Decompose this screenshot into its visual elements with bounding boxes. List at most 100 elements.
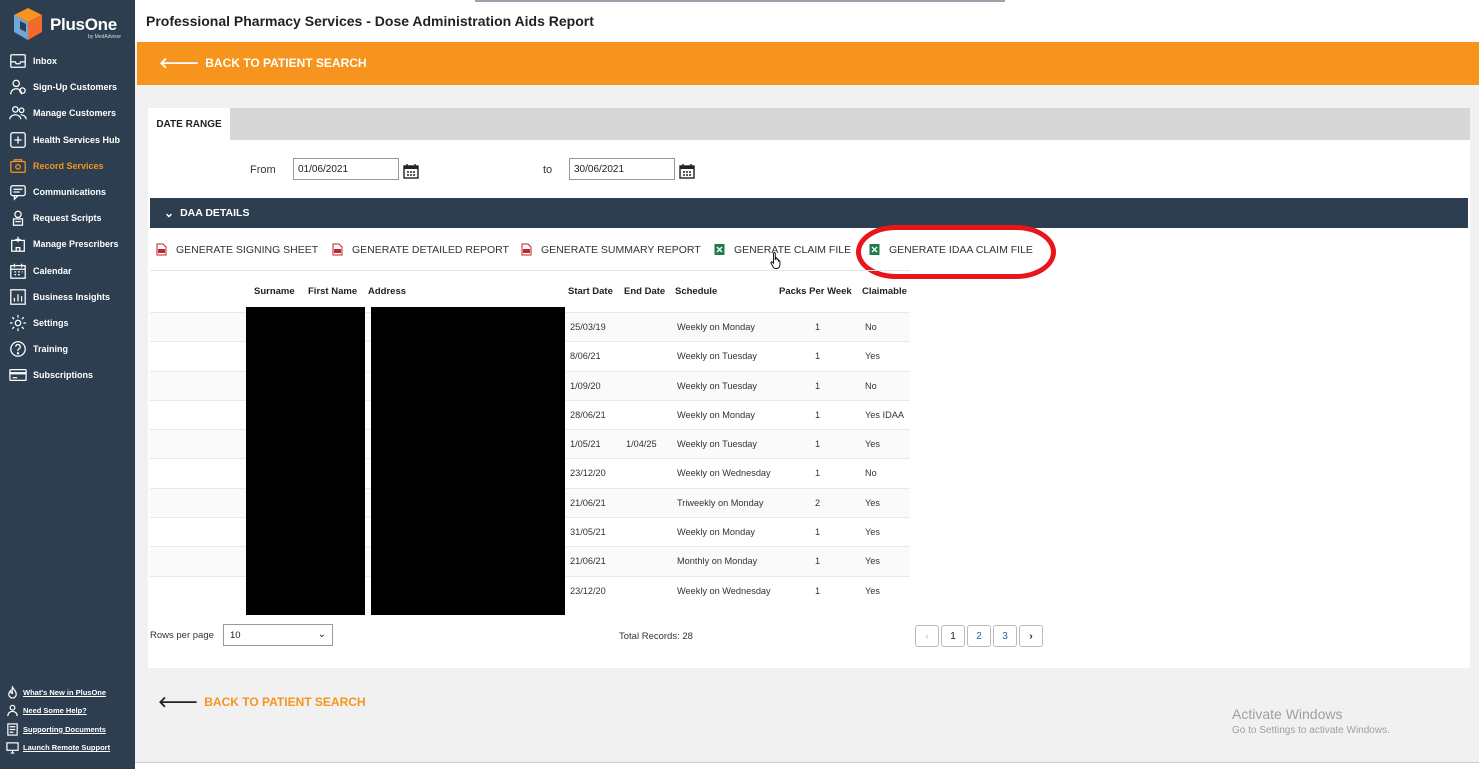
- box-icon: [8, 156, 28, 176]
- top-divider: [475, 0, 1005, 2]
- sidebar-item-manage-prescribers[interactable]: Manage Prescribers: [0, 231, 135, 257]
- cell-schedule: Monthly on Monday: [677, 556, 758, 567]
- from-date-input[interactable]: [293, 158, 399, 180]
- cell-start: 8/06/21: [570, 351, 601, 362]
- pdf-icon: [521, 243, 532, 256]
- sidebar-item-label: Manage Prescribers: [33, 239, 119, 250]
- cell-start: 23/12/20: [570, 468, 606, 479]
- column-header[interactable]: Schedule: [675, 286, 717, 297]
- sidebar-item-label: Request Scripts: [33, 213, 102, 224]
- back-to-patient-search-link[interactable]: 🡐 BACK TO PATIENT SEARCH: [159, 53, 367, 72]
- column-header[interactable]: Surname: [254, 286, 295, 297]
- help-link-label: What's New in PlusOne: [23, 687, 107, 697]
- chevron-down-icon: ⌄: [164, 206, 175, 220]
- cell-packs: 1: [815, 322, 821, 332]
- medical-cross-icon: [8, 130, 28, 150]
- excel-icon: [714, 244, 725, 255]
- tab-date-range[interactable]: DATE RANGE: [148, 108, 230, 140]
- sidebar-item-training[interactable]: Training: [0, 336, 135, 362]
- column-header[interactable]: Packs Per Week: [779, 286, 852, 297]
- generate-summary-report-button[interactable]: GENERATE SUMMARY REPORT: [521, 243, 701, 256]
- page-button-2[interactable]: 2: [967, 625, 991, 647]
- cell-claimable: Yes: [865, 527, 880, 538]
- cell-start: 1/05/21: [570, 439, 601, 450]
- cell-schedule: Weekly on Monday: [677, 409, 755, 420]
- cell-packs: 1: [815, 439, 821, 450]
- cell-end: 1/04/25: [626, 439, 657, 450]
- cell-packs: 1: [815, 468, 821, 479]
- column-header[interactable]: Address: [368, 286, 406, 297]
- cell-claimable: Yes: [865, 351, 880, 362]
- column-header[interactable]: Claimable: [862, 286, 907, 297]
- column-header[interactable]: End Date: [624, 286, 665, 297]
- cell-schedule: Weekly on Tuesday: [677, 439, 758, 450]
- watermark-line1: Activate Windows: [1232, 706, 1343, 722]
- column-header[interactable]: Start Date: [568, 286, 613, 297]
- daa-details-header[interactable]: ⌄ DAA DETAILS: [150, 198, 1468, 228]
- help-link-label: Supporting Documents: [23, 724, 106, 734]
- cell-schedule: Triweekly on Monday: [677, 497, 764, 508]
- back-to-patient-search-link-bottom[interactable]: 🡐 BACK TO PATIENT SEARCH: [158, 692, 366, 711]
- calendar-icon: [8, 261, 28, 281]
- sidebar-item-label: Sign-Up Customers: [33, 82, 118, 93]
- page-button-3[interactable]: 3: [993, 625, 1017, 647]
- sidebar-item-label: Business Insights: [33, 291, 111, 302]
- date-range-tabstrip: DATE RANGE: [148, 108, 1470, 140]
- sidebar-item-business-insights[interactable]: Business Insights: [0, 284, 135, 310]
- sidebar-item-label: Record Services: [33, 160, 104, 171]
- help-link-remote-support[interactable]: Launch Remote Support: [0, 739, 135, 758]
- calendar-icon[interactable]: [403, 163, 419, 179]
- sidebar-item-request-scripts[interactable]: Request Scripts: [0, 205, 135, 231]
- calendar-icon[interactable]: [679, 163, 695, 179]
- sidebar-item-settings[interactable]: Settings: [0, 310, 135, 336]
- next-page-button[interactable]: ›: [1019, 625, 1043, 647]
- cell-packs: 2: [815, 497, 821, 508]
- watermark-line2: Go to Settings to activate Windows.: [1232, 725, 1390, 736]
- button-label: GENERATE DETAILED REPORT: [352, 243, 509, 256]
- cell-schedule: Weekly on Wednesday: [677, 585, 771, 596]
- back-label: BACK TO PATIENT SEARCH: [205, 55, 367, 70]
- help-link-whats-new[interactable]: What's New in PlusOne: [0, 683, 135, 702]
- document-icon: [5, 722, 20, 737]
- chevron-down-icon: ⌄: [317, 629, 326, 640]
- sidebar-item-health-services-hub[interactable]: Health Services Hub: [0, 127, 135, 153]
- help-links: What's New in PlusOne Need Some Help? Su…: [0, 683, 135, 757]
- generate-signing-sheet-button[interactable]: GENERATE SIGNING SHEET: [156, 243, 318, 256]
- redaction-block: [371, 307, 565, 615]
- page-button-1[interactable]: 1: [941, 625, 965, 647]
- help-link-need-help[interactable]: Need Some Help?: [0, 702, 135, 721]
- sidebar-item-record-services[interactable]: Record Services: [0, 153, 135, 179]
- card-icon: [8, 365, 28, 385]
- sidebar-item-inbox[interactable]: Inbox: [0, 48, 135, 74]
- column-header[interactable]: First Name: [308, 286, 357, 297]
- chat-icon: [8, 182, 28, 202]
- sidebar-item-communications[interactable]: Communications: [0, 179, 135, 205]
- daa-table: Surname First Name Address Start Date En…: [150, 270, 910, 615]
- cell-schedule: Weekly on Monday: [677, 527, 755, 538]
- help-link-supporting-documents[interactable]: Supporting Documents: [0, 720, 135, 739]
- sidebar-item-label: Calendar: [33, 265, 72, 276]
- activate-windows-watermark: Activate Windows Go to Settings to activ…: [1232, 706, 1390, 736]
- rows-per-page-label: Rows per page: [150, 630, 214, 641]
- cell-packs: 1: [815, 527, 821, 538]
- sidebar-item-sign-up-customers[interactable]: Sign-Up Customers: [0, 74, 135, 100]
- cell-start: 21/06/21: [570, 556, 606, 567]
- sidebar-item-subscriptions[interactable]: Subscriptions: [0, 362, 135, 388]
- button-label: GENERATE CLAIM FILE: [734, 243, 852, 256]
- sidebar-nav: Inbox Sign-Up Customers Manage Customers…: [0, 48, 135, 388]
- arrow-left-icon: 🡐: [158, 694, 199, 711]
- prev-page-button[interactable]: ‹: [915, 625, 939, 647]
- plusone-logo[interactable]: PlusOne by MedAdvisor: [10, 5, 130, 45]
- cell-claimable: No: [865, 380, 877, 391]
- cell-start: 23/12/20: [570, 585, 606, 596]
- cell-packs: 1: [815, 409, 821, 420]
- rows-per-page-select[interactable]: 10 ⌄: [223, 624, 333, 646]
- to-date-input[interactable]: [569, 158, 675, 180]
- generate-detailed-report-button[interactable]: GENERATE DETAILED REPORT: [332, 243, 509, 256]
- bar-chart-icon: [8, 287, 28, 307]
- user-doc-icon: [8, 208, 28, 228]
- from-label: From: [250, 164, 276, 176]
- cell-schedule: Weekly on Tuesday: [677, 351, 758, 362]
- sidebar-item-manage-customers[interactable]: Manage Customers: [0, 100, 135, 126]
- sidebar-item-calendar[interactable]: Calendar: [0, 258, 135, 284]
